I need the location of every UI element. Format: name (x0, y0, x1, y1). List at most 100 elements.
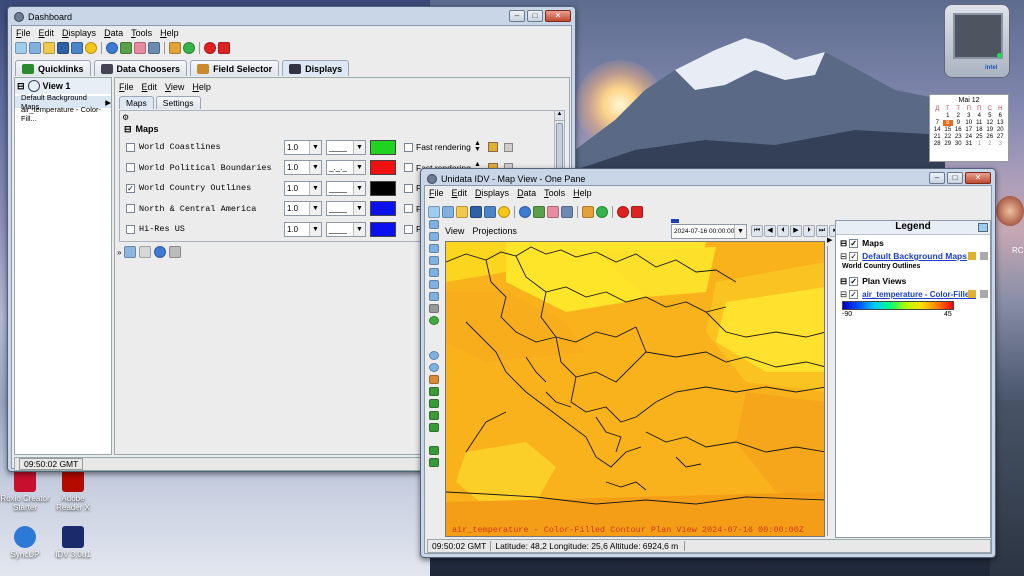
layer-color-swatch[interactable] (370, 201, 396, 216)
pan-down-icon[interactable] (429, 423, 439, 432)
calendar-day[interactable]: 5 (985, 113, 996, 119)
control-menu-view[interactable]: View (165, 82, 184, 92)
layer-color-swatch[interactable] (370, 180, 396, 196)
tab-quicklinks[interactable]: Quicklinks (15, 60, 91, 76)
fast-rendering-checkbox[interactable] (404, 163, 413, 172)
tree-item-air-temperature[interactable]: air_temperature - Color-Fill... (15, 105, 111, 123)
idv-stop-icon[interactable] (617, 206, 629, 218)
map-menu-projections[interactable]: Projections (472, 226, 517, 236)
subtab-settings[interactable]: Settings (155, 96, 201, 109)
calendar-day[interactable]: 14 (932, 127, 943, 133)
calendar-day[interactable]: 23 (953, 134, 964, 140)
calendar-day[interactable]: 4 (974, 113, 985, 119)
map-canvas[interactable]: air_temperature - Color-Filled Contour P… (445, 241, 825, 537)
calendar-day[interactable]: 18 (974, 127, 985, 133)
air-temperature-link[interactable]: air_temperature - Color-Fille... (862, 290, 976, 299)
collapse-icon[interactable]: ⊟ (17, 81, 25, 92)
calendar-day[interactable]: 2 (953, 113, 964, 119)
calendar-day[interactable]: 8 (942, 120, 953, 126)
add-map-icon[interactable] (124, 246, 137, 258)
calendar-day[interactable] (932, 113, 943, 119)
pane-splitter[interactable] (827, 246, 831, 536)
zoom-in-icon[interactable] (429, 351, 439, 360)
desktop-icon-idv[interactable]: IDV 3.0u1 (48, 526, 98, 559)
tab-data-choosers[interactable]: Data Choosers (93, 60, 188, 76)
fast-rendering-checkbox[interactable] (404, 204, 413, 213)
menu-help[interactable]: Help (160, 28, 179, 38)
maximize-button[interactable]: □ (527, 10, 543, 22)
cpu-meter-gadget[interactable]: intel (944, 4, 1010, 78)
calendar-day[interactable]: 9 (953, 120, 964, 126)
calendar-day[interactable]: 2 (985, 141, 996, 147)
line-style-combo[interactable]: ____ ▼ (326, 180, 366, 196)
play-icon[interactable]: ▶ (790, 225, 802, 237)
time-selector[interactable]: 2024-07-16 00:00:00Z ▼ (671, 224, 747, 239)
idv-minimize-button[interactable]: – (929, 172, 945, 184)
scissors-icon[interactable] (148, 42, 160, 54)
menu-edit[interactable]: Edit (39, 28, 55, 38)
legend-float-icon[interactable] (978, 223, 988, 232)
fast-rendering-checkbox[interactable] (404, 183, 413, 193)
reset-icon[interactable] (429, 316, 439, 325)
calendar-gadget[interactable]: Mai 12 Д Т Т П П С Н 1 2 3 4 5 6 7 8 9 10 11 12 13 14 15 16 17 1… (929, 94, 1009, 162)
calendar-day[interactable]: 10 (964, 120, 975, 126)
idv-new-view-icon[interactable] (442, 206, 454, 218)
line-style-combo[interactable]: _._._ ▼ (326, 160, 366, 175)
save-icon[interactable] (57, 42, 69, 54)
subtab-maps[interactable]: Maps (119, 96, 154, 109)
home-icon[interactable] (429, 375, 439, 384)
legend-item-background-maps[interactable]: ⊟ ✓ Default Background Maps (840, 250, 988, 262)
calendar-day[interactable]: 27 (995, 134, 1006, 140)
eraser-icon[interactable] (134, 42, 146, 54)
splitter-right-arrow[interactable]: ▶ (827, 236, 832, 244)
close-button[interactable]: ✕ (545, 10, 571, 22)
open-folder-icon[interactable] (43, 42, 55, 54)
pan-left-icon[interactable] (429, 387, 439, 396)
globe-icon[interactable] (183, 42, 195, 54)
idv-globe-icon[interactable] (596, 206, 608, 218)
calendar-day[interactable]: 22 (943, 134, 954, 140)
idv-menu-edit[interactable]: Edit (452, 188, 468, 198)
calendar-day[interactable]: 1 (974, 141, 985, 147)
layer-color-swatch[interactable] (370, 221, 396, 237)
calendar-day[interactable]: 25 (974, 134, 985, 140)
redo-icon[interactable] (429, 458, 439, 467)
menu-file[interactable]: File (16, 28, 31, 38)
perspective-icon[interactable] (429, 304, 439, 313)
calendar-day[interactable]: 7 (932, 120, 943, 126)
view-node[interactable]: ⊟ View 1 (15, 78, 111, 94)
layer-visible-checkbox[interactable] (126, 204, 135, 213)
dashboard-titlebar[interactable]: Dashboard (8, 7, 575, 27)
view-top-icon[interactable] (429, 220, 439, 229)
layer-color-swatch[interactable] (370, 160, 396, 175)
layer-remove-icon[interactable] (504, 142, 513, 152)
idv-save-icon[interactable] (470, 206, 482, 218)
legend-group-maps[interactable]: ⊟ ✓ Maps (840, 237, 884, 249)
line-width-combo[interactable]: 1.0 ▼ (284, 221, 322, 237)
line-style-combo[interactable]: ____ ▼ (326, 221, 366, 237)
fast-rendering-checkbox[interactable] (404, 224, 413, 234)
prev-icon[interactable]: ⏴ (777, 225, 789, 237)
first-frame-icon[interactable]: ⏮ (751, 225, 763, 237)
calendar-day[interactable]: 31 (964, 141, 975, 147)
expand-icon[interactable]: » (117, 248, 121, 257)
layer-visible-checkbox[interactable] (126, 142, 135, 152)
lock-icon[interactable] (968, 252, 976, 260)
idv-data-source-icon[interactable] (533, 206, 545, 218)
idv-open-folder-icon[interactable] (456, 206, 468, 218)
layer-visible-checkbox[interactable] (126, 224, 135, 234)
background-maps-link[interactable]: Default Background Maps (862, 251, 967, 261)
calendar-day[interactable]: 11 (974, 120, 985, 126)
layer-color-swatch[interactable] (370, 139, 396, 155)
idv-menu-displays[interactable]: Displays (475, 188, 509, 198)
menu-displays[interactable]: Displays (62, 28, 96, 38)
line-style-combo[interactable]: ____ ▼ (326, 139, 366, 155)
idv-menu-file[interactable]: File (429, 188, 444, 198)
calendar-day[interactable]: 28 (932, 141, 943, 147)
idv-save-as-icon[interactable] (484, 206, 496, 218)
idv-help-icon[interactable] (519, 206, 531, 218)
delete-icon-2[interactable] (980, 290, 988, 298)
idv-remove-all-icon[interactable] (631, 206, 643, 218)
calendar-day[interactable]: 16 (953, 127, 964, 133)
legend-item-air-temperature[interactable]: ⊟ ✓ air_temperature - Color-Fille... (840, 288, 988, 300)
